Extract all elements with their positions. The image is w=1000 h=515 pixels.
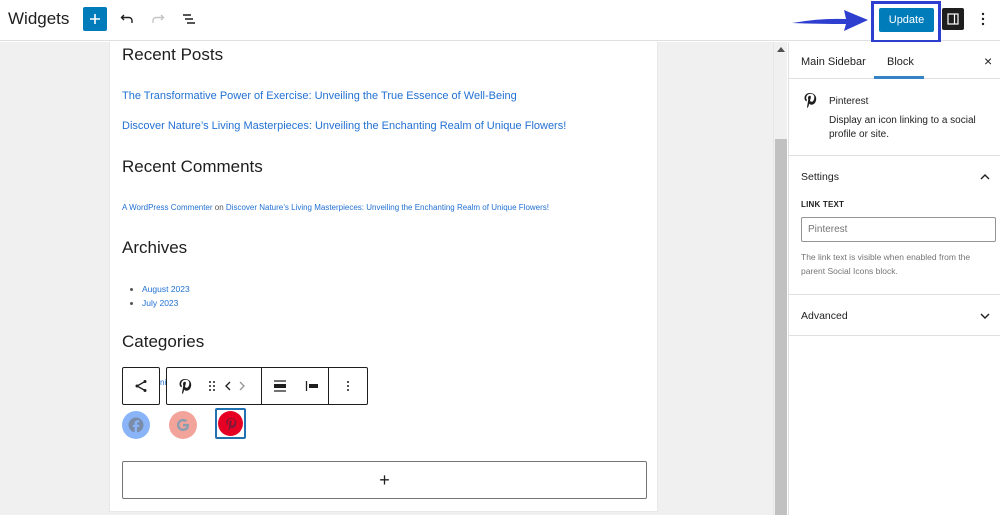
editor-canvas: Recent Posts The Transformative Power of… bbox=[0, 42, 773, 515]
pinterest-icon bbox=[225, 417, 236, 431]
archive-link[interactable]: August 2023 bbox=[142, 284, 190, 294]
pinterest-icon bbox=[179, 379, 192, 394]
recent-posts-heading[interactable]: Recent Posts bbox=[122, 45, 223, 65]
settings-sidebar-toggle[interactable] bbox=[942, 8, 964, 30]
list-view-icon bbox=[183, 14, 195, 24]
update-button[interactable]: Update bbox=[879, 8, 934, 32]
move-left-button[interactable] bbox=[221, 368, 235, 404]
chevron-up-icon[interactable] bbox=[979, 169, 991, 187]
toolbar-group-block bbox=[167, 368, 262, 404]
drag-handle-icon bbox=[209, 381, 215, 391]
tab-block[interactable]: Block bbox=[887, 56, 914, 68]
add-block-button[interactable]: + bbox=[122, 461, 647, 499]
sidebar-tabs: Main Sidebar Block × bbox=[789, 42, 1000, 79]
pinterest-circle bbox=[218, 411, 243, 436]
social-icon-pinterest[interactable] bbox=[215, 408, 246, 439]
social-icon-facebook[interactable] bbox=[122, 411, 150, 439]
comment-connector: on bbox=[212, 203, 226, 212]
recent-post-link[interactable]: The Transformative Power of Exercise: Un… bbox=[122, 90, 517, 102]
justification-button[interactable] bbox=[262, 368, 298, 404]
facebook-icon bbox=[128, 417, 144, 433]
justify-center-icon bbox=[274, 380, 286, 392]
canvas-scrollbar[interactable] bbox=[773, 42, 787, 515]
link-text-help: The link text is visible when enabled fr… bbox=[801, 252, 971, 276]
redo-icon bbox=[152, 14, 165, 23]
plus-icon bbox=[90, 14, 100, 24]
archive-item: July 2023 bbox=[142, 296, 190, 310]
archive-item: August 2023 bbox=[142, 282, 190, 296]
settings-panel-toggle[interactable]: Settings bbox=[801, 171, 839, 183]
block-type-button[interactable] bbox=[167, 368, 203, 404]
move-right-button[interactable] bbox=[235, 368, 249, 404]
toolbar-group-more bbox=[329, 368, 367, 404]
settings-sidebar: Main Sidebar Block × Pinterest Display a… bbox=[788, 42, 1000, 515]
google-icon bbox=[176, 418, 189, 431]
comment-author-link[interactable]: A WordPress Commenter bbox=[122, 203, 213, 212]
annotation-arrow-icon bbox=[792, 10, 868, 31]
undo-button[interactable] bbox=[116, 8, 138, 30]
categories-heading[interactable]: Categories bbox=[122, 332, 204, 352]
list-view-button[interactable] bbox=[178, 8, 200, 30]
chevron-down-icon[interactable] bbox=[979, 308, 991, 326]
orientation-button[interactable] bbox=[298, 368, 326, 404]
recent-comments-heading[interactable]: Recent Comments bbox=[122, 157, 263, 177]
settings-panel: Settings LINK TEXT The link text is visi… bbox=[789, 157, 1000, 295]
more-vertical-icon bbox=[347, 381, 349, 391]
block-options-button[interactable] bbox=[329, 368, 367, 404]
justify-left-icon bbox=[305, 381, 318, 391]
sidebar-toggle-icon bbox=[947, 13, 959, 25]
scrollbar-thumb[interactable] bbox=[775, 139, 787, 515]
chevron-right-icon bbox=[239, 381, 245, 391]
link-text-label: LINK TEXT bbox=[801, 200, 845, 209]
active-tab-indicator bbox=[874, 76, 924, 79]
archives-heading[interactable]: Archives bbox=[122, 238, 187, 258]
link-text-input[interactable] bbox=[801, 217, 996, 242]
more-vertical-icon bbox=[981, 12, 985, 26]
redo-button[interactable] bbox=[147, 8, 169, 30]
share-icon bbox=[135, 380, 147, 392]
close-sidebar-button[interactable]: × bbox=[984, 53, 992, 69]
block-card-description: Display an icon linking to a social prof… bbox=[829, 115, 976, 140]
page-title: Widgets bbox=[8, 9, 70, 28]
widget-area-main-sidebar: Recent Posts The Transformative Power of… bbox=[109, 42, 658, 512]
recent-comment-item: A WordPress Commenter on Discover Nature… bbox=[122, 203, 549, 212]
editor-header: Widgets Update bbox=[0, 0, 1000, 43]
block-card: Pinterest Display an icon linking to a s… bbox=[789, 80, 1000, 156]
scroll-up-arrow-icon[interactable] bbox=[777, 47, 785, 52]
social-icon-google[interactable] bbox=[169, 411, 197, 439]
drag-handle[interactable] bbox=[203, 368, 221, 404]
pinterest-icon bbox=[803, 92, 817, 113]
archive-link[interactable]: July 2023 bbox=[142, 298, 178, 308]
block-card-title: Pinterest bbox=[829, 96, 869, 107]
comment-post-link[interactable]: Discover Nature’s Living Masterpieces: U… bbox=[226, 203, 549, 212]
advanced-panel[interactable]: Advanced bbox=[789, 296, 1000, 336]
chevron-left-icon bbox=[225, 381, 231, 391]
advanced-panel-title[interactable]: Advanced bbox=[801, 310, 848, 322]
block-inserter-button[interactable] bbox=[83, 7, 107, 31]
archives-list: August 2023 July 2023 bbox=[132, 282, 190, 310]
select-parent-block-button[interactable] bbox=[122, 367, 160, 405]
block-toolbar bbox=[166, 367, 368, 405]
undo-icon bbox=[120, 14, 133, 23]
recent-post-link[interactable]: Discover Nature’s Living Masterpieces: U… bbox=[122, 120, 566, 132]
tab-main-sidebar[interactable]: Main Sidebar bbox=[801, 56, 866, 68]
toolbar-group-layout bbox=[262, 368, 329, 404]
options-menu-button[interactable] bbox=[974, 8, 992, 30]
